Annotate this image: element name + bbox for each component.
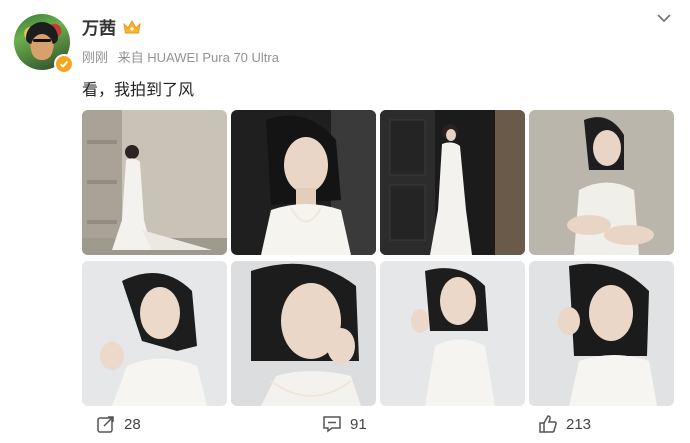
post-source[interactable]: 来自 HUAWEI Pura 70 Ultra (118, 50, 279, 65)
share-count: 28 (124, 415, 141, 433)
action-bar: 28 91 213 (0, 414, 690, 440)
share-icon (97, 416, 114, 433)
user-name-row: 万茜 (82, 14, 142, 39)
post-meta: 刚刚 来自 HUAWEI Pura 70 Ultra (82, 47, 279, 66)
photo-6[interactable] (231, 261, 376, 406)
photo-4[interactable] (529, 110, 674, 255)
photo-grid (82, 110, 676, 406)
photo-3[interactable] (380, 110, 525, 255)
like-button[interactable]: 213 (538, 414, 591, 434)
photo-7[interactable] (380, 261, 525, 406)
photo-8[interactable] (529, 261, 674, 406)
post-time: 刚刚 (82, 50, 109, 65)
avatar-face (31, 34, 53, 60)
username[interactable]: 万茜 (82, 14, 116, 39)
comment-icon (323, 416, 341, 433)
share-button[interactable]: 28 (96, 414, 141, 434)
photo-1[interactable] (82, 110, 227, 255)
comment-count: 91 (350, 415, 367, 433)
avatar-brow (33, 39, 51, 42)
chevron-down-icon[interactable] (654, 8, 674, 28)
comment-button[interactable]: 91 (322, 414, 367, 434)
post-text: 看，我拍到了风 (82, 80, 195, 99)
verified-badge-icon (54, 54, 74, 74)
like-count: 213 (566, 415, 592, 433)
photo-2[interactable] (231, 110, 376, 255)
thumbs-up-icon (539, 415, 557, 433)
vip-crown-icon (123, 19, 141, 33)
photo-5[interactable] (82, 261, 227, 406)
